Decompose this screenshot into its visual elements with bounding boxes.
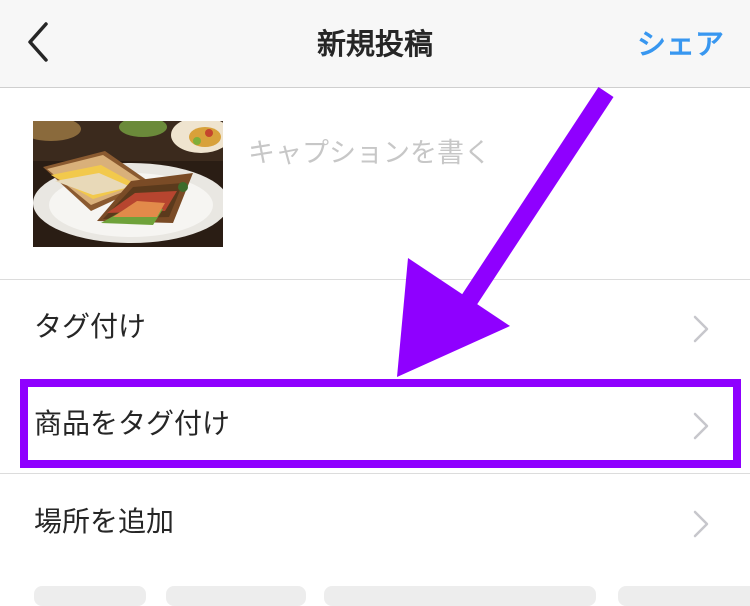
chevron-right-icon [693, 510, 709, 538]
location-suggestion-chip[interactable] [618, 586, 750, 606]
chevron-right-icon [693, 315, 709, 343]
location-suggestion-chip[interactable] [166, 586, 306, 606]
option-tag-products[interactable]: 商品をタグ付け [0, 378, 750, 473]
location-suggestion-chip[interactable] [324, 586, 596, 606]
post-thumbnail [33, 121, 223, 247]
option-label: 場所を追加 [34, 505, 175, 538]
location-suggestion-chip[interactable] [34, 586, 146, 606]
navigation-bar: 新規投稿 シェア [0, 0, 750, 88]
option-add-location[interactable]: 場所を追加 [0, 474, 750, 570]
caption-composer: キャプションを書く [0, 88, 750, 280]
option-label: 商品をタグ付け [34, 407, 231, 440]
option-tag-people[interactable]: タグ付け [0, 281, 750, 377]
chevron-right-icon [693, 412, 709, 440]
share-button[interactable]: シェア [637, 24, 724, 64]
sandwich-photo [33, 121, 223, 247]
option-label: タグ付け [34, 310, 147, 343]
caption-input[interactable]: キャプションを書く [248, 134, 491, 174]
